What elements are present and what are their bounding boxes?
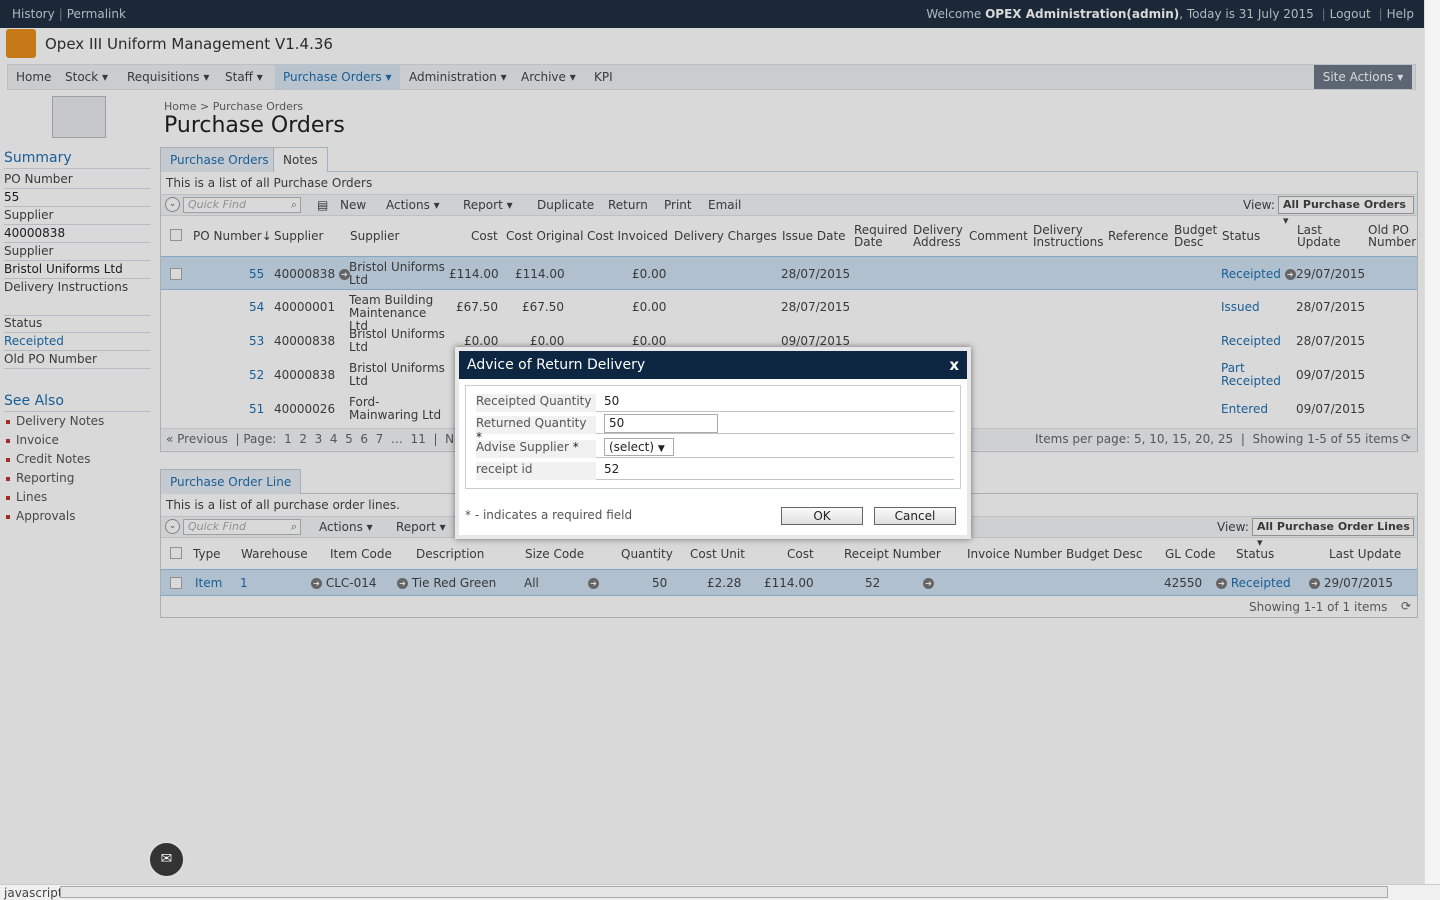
receipted-quantity-row: Receipted Quantity 50 <box>476 390 954 412</box>
mail-icon[interactable]: ✉ <box>148 841 185 878</box>
receipted-quantity-value: 50 <box>604 394 620 408</box>
status-text: javascript: <box>4 886 67 900</box>
dialog-form: Receipted Quantity 50 Returned Quantity … <box>465 385 961 489</box>
advise-supplier-row: Advise Supplier * (select) ▼ <box>476 434 954 458</box>
cancel-button[interactable]: Cancel <box>874 507 956 525</box>
receipt-id-label: receipt id <box>476 462 596 480</box>
vertical-scrollbar[interactable] <box>1424 0 1440 884</box>
dialog-title: Advice of Return Delivery x <box>459 351 967 379</box>
chevron-down-icon: ▼ <box>657 444 665 454</box>
required-note: * - indicates a required field <box>465 508 633 522</box>
advise-supplier-label: Advise Supplier * <box>476 440 596 458</box>
ok-button[interactable]: OK <box>781 507 863 525</box>
advise-supplier-select[interactable]: (select) ▼ <box>604 438 674 456</box>
returned-quantity-row: Returned Quantity * 50 <box>476 412 954 444</box>
receipted-quantity-label: Receipted Quantity <box>476 394 596 412</box>
return-delivery-dialog: Advice of Return Delivery x Receipted Qu… <box>455 347 971 539</box>
close-icon[interactable]: x <box>949 351 959 379</box>
returned-quantity-input[interactable]: 50 <box>604 414 718 433</box>
horizontal-scrollbar[interactable] <box>60 886 1388 898</box>
receipt-id-row: receipt id 52 <box>476 458 954 480</box>
returned-quantity-label: Returned Quantity * <box>476 416 596 444</box>
receipt-id-value: 52 <box>604 462 620 476</box>
